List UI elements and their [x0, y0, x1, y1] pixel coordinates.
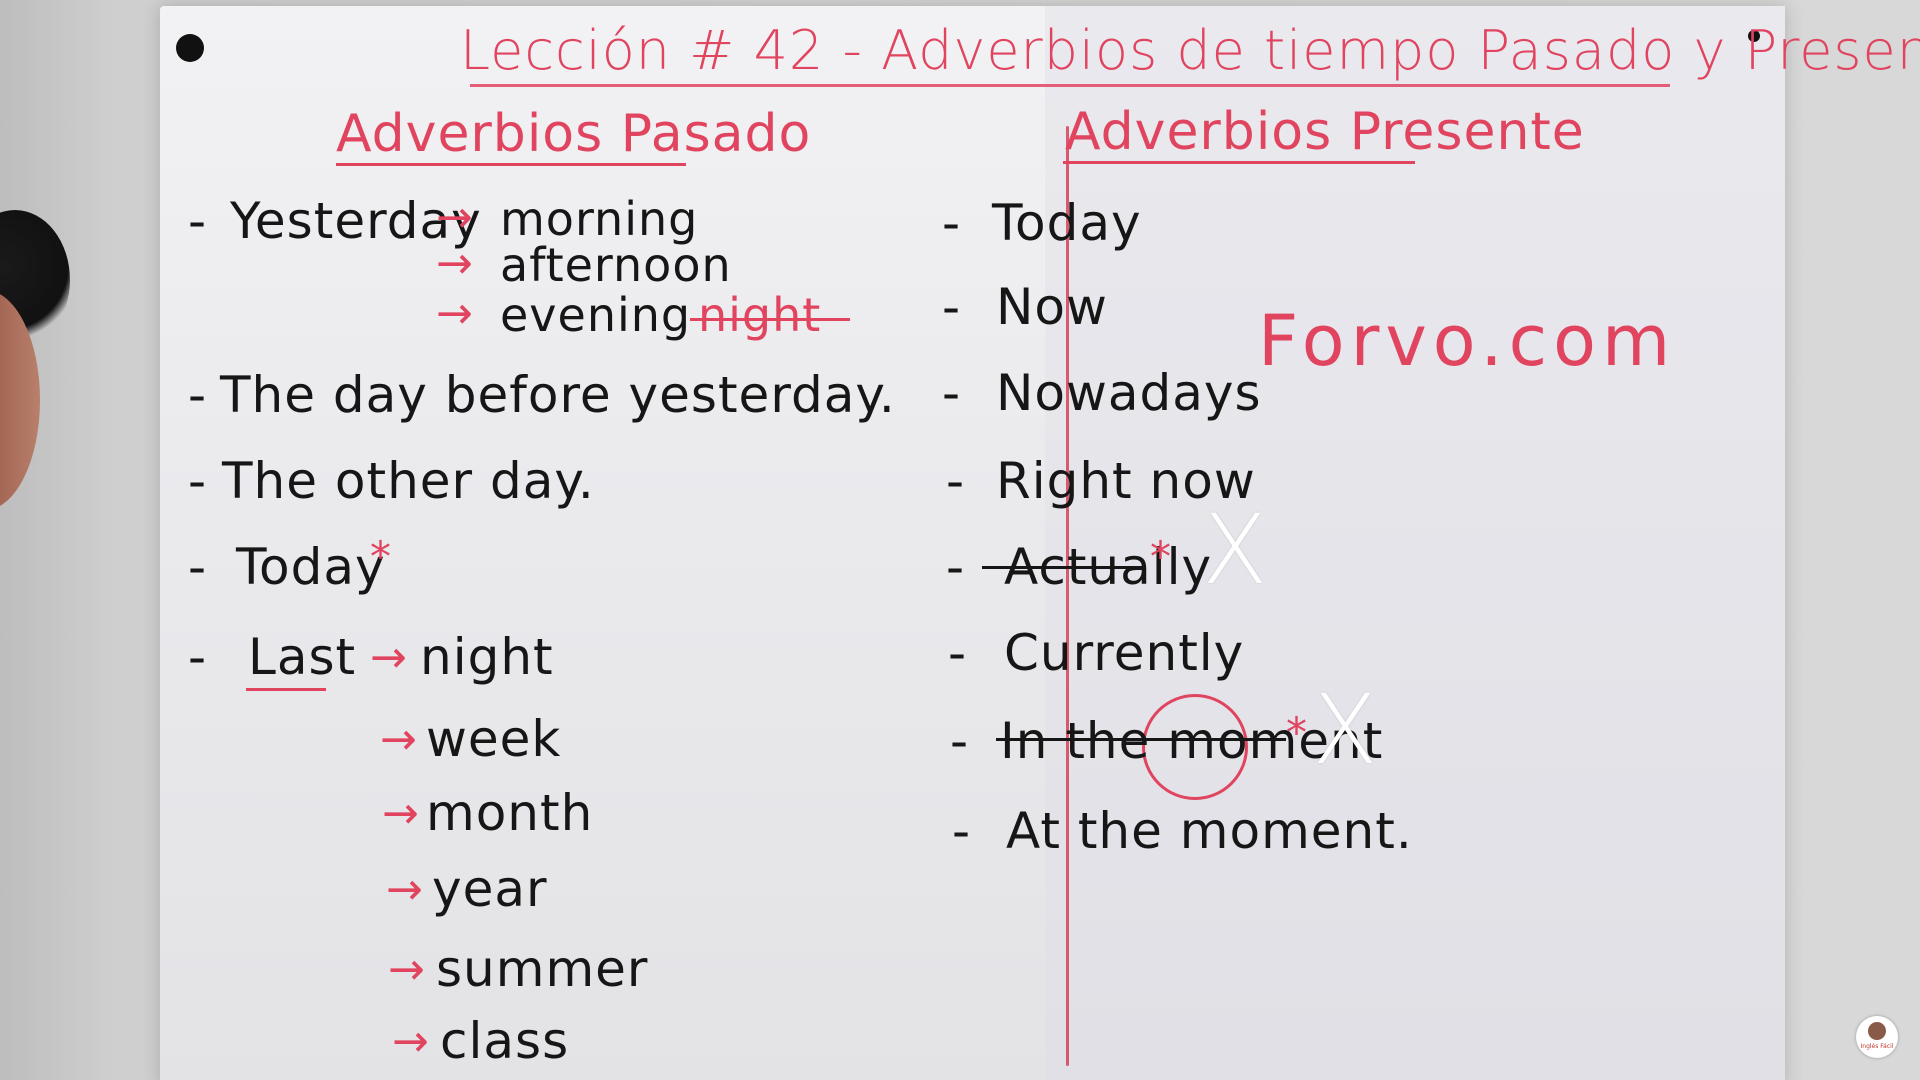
heading-present: Adverbios Presente [1065, 102, 1585, 162]
arrow-afternoon: → [436, 238, 474, 289]
item-at-the-moment: At the moment. [1006, 802, 1413, 860]
lesson-title: Lección # 42 - Adverbios de tiempo Pasad… [460, 19, 1920, 82]
dash: - [946, 452, 966, 510]
x-mark-actually: X [1202, 494, 1268, 606]
option-week: week [426, 710, 562, 768]
channel-logo: Inglés Fácil [1856, 1016, 1898, 1058]
option-morning: morning [500, 192, 699, 246]
arrow-year: → [386, 864, 424, 915]
item-day-before-yesterday: The day before yesterday. [220, 366, 896, 424]
heading-past-underline [336, 163, 686, 166]
dash: - [188, 452, 208, 510]
video-frame: Lección # 42 - Adverbios de tiempo Pasad… [0, 0, 1920, 1080]
arrow-summer: → [388, 944, 426, 995]
option-night-crossed: night [698, 288, 822, 342]
dash: - [942, 364, 962, 422]
dash: - [188, 538, 208, 596]
title-underline [470, 84, 1670, 87]
heading-present-underline [1063, 161, 1415, 164]
board-hole-left [176, 34, 204, 62]
item-last: Last [248, 628, 357, 686]
dash: - [950, 712, 970, 770]
asterisk-today: * [370, 532, 392, 581]
option-evening: evening [500, 288, 692, 342]
whiteboard: Lección # 42 - Adverbios de tiempo Pasad… [160, 6, 1920, 1080]
logo-avatar-icon [1868, 1022, 1886, 1040]
column-divider [1066, 126, 1069, 1066]
strike-actually [982, 566, 1144, 569]
option-class: class [440, 1012, 570, 1070]
arrow-week: → [380, 714, 418, 765]
arrow-month: → [382, 788, 420, 839]
note-forvo: Forvo.com [1258, 300, 1677, 382]
item-nowadays: Nowadays [996, 364, 1262, 422]
x-mark-in-the-moment: X [1312, 674, 1378, 786]
dash: - [942, 278, 962, 336]
arrow-evening: → [436, 288, 474, 339]
item-currently: Currently [1004, 624, 1245, 682]
arrow-night: → [370, 632, 408, 683]
dash: - [952, 802, 972, 860]
item-now: Now [996, 278, 1108, 336]
strike-in-the-moment [996, 738, 1286, 741]
option-afternoon: afternoon [500, 238, 732, 292]
asterisk-in-the-moment: * [1286, 708, 1308, 757]
option-year: year [432, 860, 548, 918]
dash: - [188, 366, 208, 424]
item-today-present: Today [992, 194, 1142, 252]
arrow-class: → [392, 1016, 430, 1067]
option-summer: summer [436, 940, 649, 998]
item-today-past: Today [236, 538, 386, 596]
option-night: night [420, 628, 554, 686]
dash: - [946, 538, 966, 596]
logo-text: Inglés Fácil [1860, 1043, 1894, 1050]
dash: - [188, 628, 208, 686]
arrow-morning: → [436, 192, 474, 243]
dash: - [948, 624, 968, 682]
last-underline [246, 688, 326, 691]
asterisk-actually: * [1150, 532, 1172, 581]
option-month: month [426, 784, 594, 842]
item-other-day: The other day. [222, 452, 595, 510]
strike-night [690, 318, 850, 321]
dash: - [942, 194, 962, 252]
dash: - [188, 192, 208, 250]
heading-past: Adverbios Pasado [336, 104, 812, 164]
